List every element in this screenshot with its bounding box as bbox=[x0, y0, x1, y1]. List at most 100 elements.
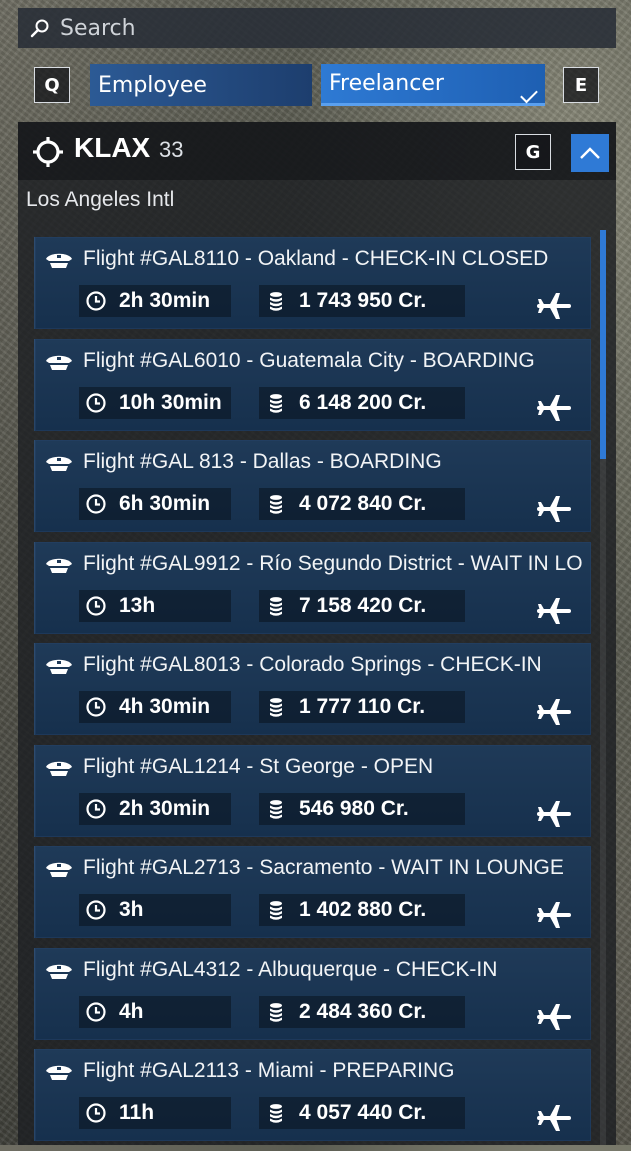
pay-chip: 2 484 360 Cr. bbox=[259, 995, 465, 1028]
flight-title: Flight #GAL8110 - Oakland - CHECK-IN CLO… bbox=[83, 247, 549, 270]
coins-icon bbox=[270, 1104, 282, 1123]
airplane-icon[interactable] bbox=[537, 596, 571, 626]
airport-name: Los Angeles Intl bbox=[26, 188, 175, 211]
airplane-icon[interactable] bbox=[537, 900, 571, 930]
airplane-icon[interactable] bbox=[537, 494, 571, 524]
flight-card[interactable]: Flight #GAL9912 - Río Segundo District -… bbox=[34, 541, 591, 634]
coins-icon bbox=[270, 698, 282, 717]
flight-duration: 3h bbox=[119, 898, 144, 921]
search-icon bbox=[30, 19, 49, 38]
flight-pay: 1 743 950 Cr. bbox=[299, 289, 427, 312]
filter-employee-button[interactable]: Employee bbox=[90, 64, 312, 106]
search-bar[interactable] bbox=[18, 8, 616, 48]
airplane-icon[interactable] bbox=[537, 799, 571, 829]
coins-icon bbox=[270, 393, 282, 413]
flight-card[interactable]: Flight #GAL2113 - Miami - PREPARING 11h … bbox=[34, 1049, 591, 1141]
duration-chip: 2h 30min bbox=[79, 792, 231, 825]
flight-pay: 6 148 200 Cr. bbox=[299, 390, 427, 414]
duration-chip: 3h bbox=[79, 894, 231, 926]
clock-icon bbox=[86, 291, 106, 311]
flight-card[interactable]: Flight #GAL2713 - Sacramento - WAIT IN L… bbox=[34, 846, 591, 938]
coins-icon bbox=[270, 292, 282, 311]
flight-pay: 7 158 420 Cr. bbox=[299, 593, 427, 617]
duration-chip: 4h bbox=[79, 995, 231, 1028]
duration-chip: 10h 30min bbox=[79, 386, 231, 419]
clock-icon bbox=[86, 900, 106, 920]
coins-icon bbox=[270, 901, 282, 920]
flight-title: Flight #GAL9912 - Río Segundo District -… bbox=[83, 551, 583, 575]
flight-card[interactable]: Flight #GAL8013 - Colorado Springs - CHE… bbox=[34, 643, 591, 735]
flight-title: Flight #GAL2713 - Sacramento - WAIT IN L… bbox=[83, 856, 564, 879]
collapse-button[interactable] bbox=[571, 134, 609, 172]
next-filter-key[interactable]: E bbox=[563, 67, 599, 103]
flight-card[interactable]: Flight #GAL6010 - Guatemala City - BOARD… bbox=[34, 338, 591, 431]
flight-card[interactable]: Flight #GAL8110 - Oakland - CHECK-IN CLO… bbox=[34, 237, 591, 329]
pay-chip: 4 072 840 Cr. bbox=[259, 488, 465, 520]
group-key[interactable]: G bbox=[515, 134, 551, 170]
pilot-cap-icon bbox=[46, 456, 72, 471]
flight-card[interactable]: Flight #GAL1214 - St George - OPEN 2h 30… bbox=[34, 744, 591, 837]
pilot-cap-icon bbox=[46, 1065, 72, 1080]
airport-panel: KLAX 33 G Los Angeles Intl Flight #GAL81… bbox=[18, 122, 616, 1145]
flight-pay: 546 980 Cr. bbox=[299, 796, 409, 820]
duration-chip: 11h bbox=[79, 1097, 231, 1129]
flight-title: Flight #GAL2113 - Miami - PREPARING bbox=[83, 1059, 455, 1082]
flight-duration: 11h bbox=[119, 1101, 155, 1124]
clock-icon bbox=[86, 1103, 106, 1123]
scrollbar[interactable] bbox=[600, 230, 606, 1145]
flight-duration: 2h 30min bbox=[119, 289, 211, 312]
flight-list: Flight #GAL8110 - Oakland - CHECK-IN CLO… bbox=[34, 237, 591, 1151]
pilot-cap-icon bbox=[46, 862, 72, 877]
pay-chip: 1 777 110 Cr. bbox=[259, 691, 465, 723]
pay-chip: 4 057 440 Cr. bbox=[259, 1097, 465, 1129]
filter-freelancer-label: Freelancer bbox=[329, 71, 444, 96]
search-input[interactable] bbox=[58, 14, 582, 42]
flight-pay: 1 402 880 Cr. bbox=[299, 898, 427, 921]
pay-chip: 1 743 950 Cr. bbox=[259, 285, 465, 317]
airport-flight-count: 33 bbox=[159, 137, 184, 162]
chevron-up-icon bbox=[580, 147, 600, 159]
flight-card[interactable]: Flight #GAL4312 - Albuquerque - CHECK-IN… bbox=[34, 947, 591, 1040]
flight-title: Flight #GAL 813 - Dallas - BOARDING bbox=[83, 450, 442, 473]
duration-chip: 13h bbox=[79, 589, 231, 622]
flight-duration: 10h 30min bbox=[119, 390, 222, 414]
pay-chip: 7 158 420 Cr. bbox=[259, 589, 465, 622]
flight-title: Flight #GAL8013 - Colorado Springs - CHE… bbox=[83, 653, 542, 676]
pilot-cap-icon bbox=[46, 659, 72, 674]
airport-code: KLAX bbox=[74, 132, 151, 163]
clock-icon bbox=[86, 1001, 106, 1022]
duration-chip: 6h 30min bbox=[79, 488, 231, 520]
flight-pay: 1 777 110 Cr. bbox=[299, 695, 426, 718]
pilot-cap-icon bbox=[46, 558, 72, 573]
duration-chip: 2h 30min bbox=[79, 285, 231, 317]
airplane-icon[interactable] bbox=[537, 697, 571, 727]
clock-icon bbox=[86, 595, 106, 616]
coins-icon bbox=[270, 596, 282, 616]
airplane-icon[interactable] bbox=[537, 1002, 571, 1032]
prev-filter-key[interactable]: Q bbox=[34, 67, 70, 103]
flight-pay: 4 072 840 Cr. bbox=[299, 492, 427, 515]
pay-chip: 546 980 Cr. bbox=[259, 792, 465, 825]
scrollbar-thumb[interactable] bbox=[600, 230, 606, 459]
coins-icon bbox=[270, 799, 282, 819]
duration-chip: 4h 30min bbox=[79, 691, 231, 723]
flight-title: Flight #GAL4312 - Albuquerque - CHECK-IN bbox=[83, 957, 498, 981]
flight-title: Flight #GAL6010 - Guatemala City - BOARD… bbox=[83, 348, 535, 372]
filter-row: Q Employee Freelancer E bbox=[18, 60, 616, 110]
airplane-icon[interactable] bbox=[537, 1103, 571, 1133]
coins-icon bbox=[270, 495, 282, 514]
coins-icon bbox=[270, 1002, 282, 1022]
pilot-cap-icon bbox=[46, 355, 72, 370]
pilot-cap-icon bbox=[46, 253, 72, 268]
pay-chip: 1 402 880 Cr. bbox=[259, 894, 465, 926]
flight-duration: 13h bbox=[119, 593, 156, 617]
flight-card[interactable]: Flight #GAL 813 - Dallas - BOARDING 6h 3… bbox=[34, 440, 591, 532]
pay-chip: 6 148 200 Cr. bbox=[259, 386, 465, 419]
flight-duration: 2h 30min bbox=[119, 796, 211, 820]
filter-freelancer-button[interactable]: Freelancer bbox=[321, 64, 545, 106]
airplane-icon[interactable] bbox=[537, 291, 571, 321]
flight-title: Flight #GAL1214 - St George - OPEN bbox=[83, 754, 434, 778]
flight-pay: 4 057 440 Cr. bbox=[299, 1101, 427, 1124]
checkmark-icon bbox=[520, 85, 538, 104]
airplane-icon[interactable] bbox=[537, 393, 571, 423]
